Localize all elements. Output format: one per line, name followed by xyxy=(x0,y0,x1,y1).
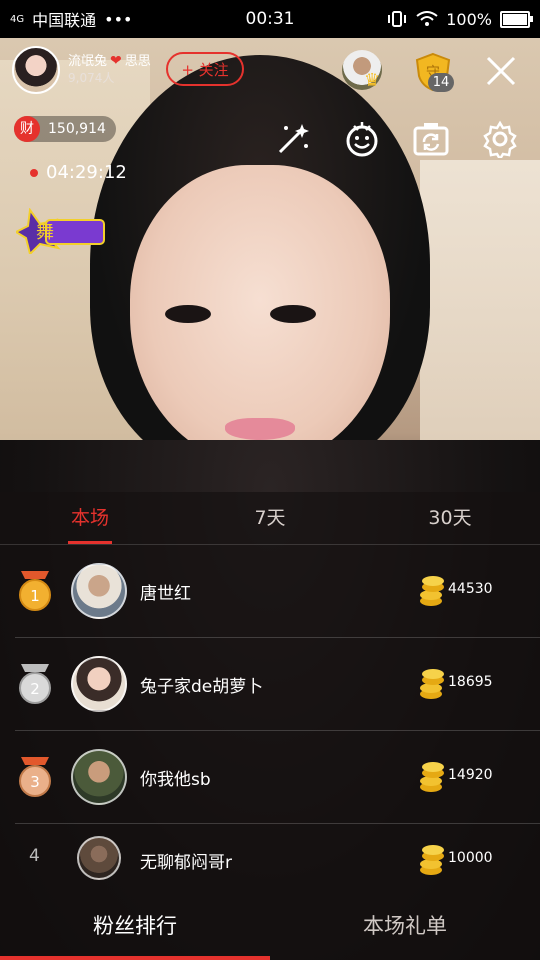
status-bar: 4G 中国联通 ••• 00:31 100% xyxy=(0,0,540,38)
gold-medal-icon: 1 xyxy=(19,571,51,611)
settings-gear-icon[interactable] xyxy=(481,120,519,158)
host-avatar[interactable] xyxy=(12,46,60,94)
viewer-count: 9,074人 xyxy=(68,71,115,85)
tab-fan-ranking[interactable]: 粉丝排行 xyxy=(0,893,270,960)
live-timer: 04:29:12 xyxy=(30,162,127,183)
recording-dot-icon xyxy=(30,168,38,177)
battery-percent: 100% xyxy=(446,9,492,29)
user-name: 你我他sb xyxy=(140,770,211,790)
host-info[interactable]: 流氓兔 ❤ 思思 9,074人 xyxy=(12,46,151,94)
beauty-face-icon[interactable] xyxy=(343,120,381,158)
contribution-score: 18695 xyxy=(448,674,493,690)
promo-text: 舞 xyxy=(36,222,54,243)
heart-icon: ❤ xyxy=(110,53,122,69)
avatar[interactable] xyxy=(71,656,127,712)
rank-number: 2 xyxy=(30,680,40,698)
gold-coins-icon xyxy=(420,669,444,699)
live-timer-value: 04:29:12 xyxy=(46,162,127,183)
bronze-medal-icon: 3 xyxy=(19,757,51,797)
user-name: 唐世红 xyxy=(140,584,191,604)
user-name: 无聊郁闷哥r xyxy=(140,853,232,873)
wealth-badge[interactable]: 财 150,914 xyxy=(14,116,116,142)
tab-this-session[interactable]: 本场 xyxy=(40,492,140,544)
active-tab-indicator xyxy=(68,541,112,544)
camera-switch-icon[interactable] xyxy=(412,120,450,158)
wifi-icon xyxy=(416,11,438,26)
gold-coins-icon xyxy=(420,762,444,792)
rank-number: 1 xyxy=(30,587,40,605)
silver-medal-icon: 2 xyxy=(19,664,51,704)
bottom-tabs: 粉丝排行 本场礼单 xyxy=(0,893,540,960)
crown-icon: ♛ xyxy=(364,70,381,91)
contribution-score: 44530 xyxy=(448,581,493,597)
streamer-eye xyxy=(270,305,316,323)
period-tabs: 本场 7天 30天 xyxy=(0,492,540,545)
contribution-score: 10000 xyxy=(448,850,493,866)
streamer-eye xyxy=(165,305,211,323)
host-name-part: 思思 xyxy=(124,54,151,69)
magic-wand-icon[interactable] xyxy=(274,120,312,158)
rank-number: 4 xyxy=(29,846,40,866)
tab-session-gift-list[interactable]: 本场礼单 xyxy=(270,893,540,960)
close-icon[interactable] xyxy=(484,54,518,88)
avatar[interactable] xyxy=(71,563,127,619)
ranking-row[interactable]: 3 你我他sb 14920 xyxy=(15,731,540,824)
avatar[interactable] xyxy=(71,749,127,805)
gold-coins-icon xyxy=(420,845,444,875)
gold-coins-icon xyxy=(420,576,444,606)
rank-number: 3 xyxy=(30,773,40,791)
dance-show-badge-icon[interactable]: 舞 xyxy=(16,208,106,254)
avatar[interactable] xyxy=(77,836,121,880)
wealth-value: 150,914 xyxy=(48,121,106,137)
tab-30-days[interactable]: 30天 xyxy=(400,492,500,544)
follow-button[interactable]: + 关注 xyxy=(166,52,244,86)
fan-ranking-panel: 本场 7天 30天 1 唐世红 44530 2 兔子家de胡萝卜 18695 3… xyxy=(0,492,540,960)
vibrate-icon xyxy=(388,11,407,27)
active-bottom-tab-indicator xyxy=(0,956,270,960)
wealth-icon: 财 xyxy=(14,116,40,142)
host-name: 流氓兔 ❤ 思思 xyxy=(68,53,151,70)
ranking-row[interactable]: 1 唐世红 44530 xyxy=(15,545,540,638)
host-name-part: 流氓兔 xyxy=(68,54,108,69)
streamer-lips xyxy=(225,418,295,440)
tab-7-days[interactable]: 7天 xyxy=(220,492,320,544)
guard-count-badge: 14 xyxy=(428,73,454,92)
ranking-row[interactable]: 2 兔子家de胡萝卜 18695 xyxy=(15,638,540,731)
battery-icon xyxy=(500,10,533,28)
contribution-score: 14920 xyxy=(448,767,493,783)
ranking-row[interactable]: 4 无聊郁闷哥r 10000 xyxy=(15,824,540,892)
user-name: 兔子家de胡萝卜 xyxy=(140,677,264,697)
